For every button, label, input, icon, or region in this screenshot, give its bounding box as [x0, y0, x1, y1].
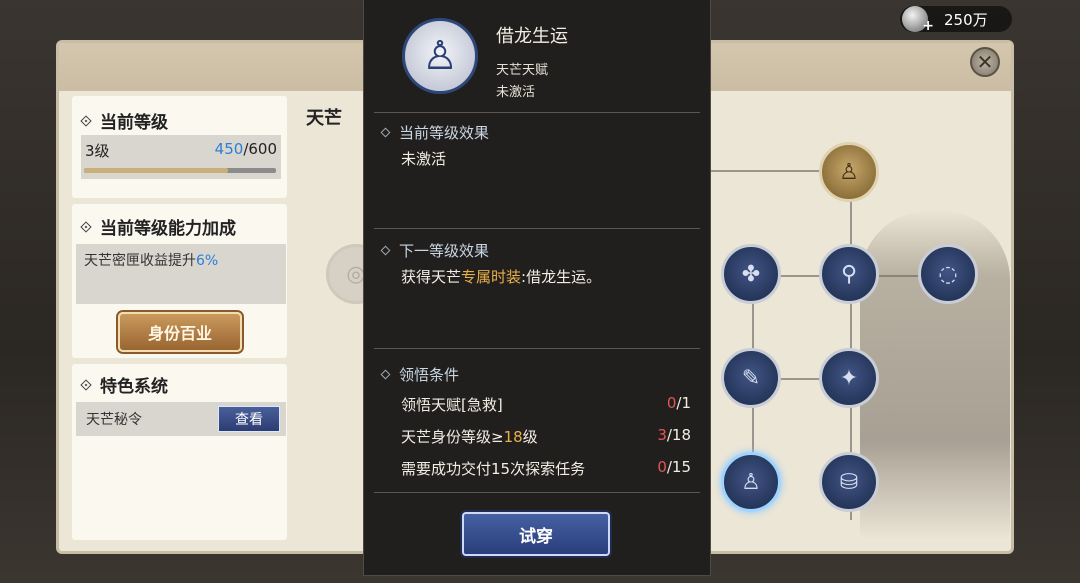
- max-exp: /600: [243, 140, 277, 158]
- diamond-icon: [380, 127, 391, 138]
- skill-node-scroll[interactable]: ✎: [721, 348, 781, 408]
- skill-node-hooded[interactable]: ♙: [819, 142, 879, 202]
- condition-progress: 0: [666, 394, 677, 412]
- system-title: 特色系统: [100, 377, 168, 397]
- skill-meta: 天芒天赋 未激活: [496, 60, 548, 104]
- condition-label-highlight: 18: [503, 428, 523, 446]
- bonus-percent: 6%: [196, 253, 219, 269]
- hooded-figure-icon: ♙: [741, 469, 761, 495]
- system-item-label: 天芒秘令: [86, 412, 142, 428]
- level-card: 当前等级 3级 450/600: [72, 96, 287, 198]
- system-row: 天芒秘令 查看: [76, 402, 286, 436]
- skill-tooltip: ♙ 借龙生运 天芒天赋 未激活 当前等级效果 未激活 下一等级效果 获得天芒专属…: [363, 0, 711, 576]
- currency-display[interactable]: + 250万: [900, 6, 1012, 34]
- condition-progress: 0: [657, 458, 667, 476]
- condition-label-prefix: 天芒身份等级≥: [401, 428, 504, 446]
- diamond-icon: [80, 220, 92, 233]
- close-button[interactable]: ✕: [970, 47, 1000, 77]
- bonus-title: 当前等级能力加成: [100, 219, 236, 239]
- divider: [374, 112, 700, 113]
- tree-title: 天芒: [306, 108, 342, 129]
- next-effect-suffix: :借龙生运。: [521, 268, 602, 286]
- identity-button[interactable]: 身份百业: [118, 312, 242, 352]
- current-exp: 450: [214, 140, 244, 158]
- divider: [374, 228, 700, 229]
- condition-row: 需要成功交付15次探索任务 0/15: [401, 458, 691, 479]
- condition-progress: 3: [657, 426, 667, 444]
- divider: [374, 348, 700, 349]
- bonus-box: 天芒密匣收益提升6%: [76, 244, 286, 304]
- next-effect-prefix: 获得天芒: [401, 268, 462, 286]
- currency-amount: 250万: [944, 10, 988, 29]
- current-effect-heading: 当前等级效果: [380, 122, 490, 143]
- diamond-icon: [380, 245, 391, 256]
- skill-name: 借龙生运: [496, 26, 568, 47]
- system-card: 特色系统 天芒秘令 查看: [72, 364, 287, 540]
- current-effect-title: 当前等级效果: [399, 124, 490, 142]
- condition-total: /1: [676, 394, 691, 412]
- skill-node-pouch[interactable]: ⛁: [819, 452, 879, 512]
- bonus-text: 天芒密匣收益提升: [84, 253, 196, 269]
- plus-icon[interactable]: +: [922, 18, 934, 34]
- skill-status: 未激活: [496, 85, 536, 100]
- condition-row: 天芒身份等级≥18级 3/18: [401, 426, 691, 447]
- next-effect-text: 获得天芒专属时装:借龙生运。: [401, 266, 601, 287]
- next-effect-heading: 下一等级效果: [380, 240, 490, 261]
- clover-icon: ✤: [741, 261, 761, 287]
- try-on-button[interactable]: 试穿: [462, 512, 610, 556]
- next-effect-title: 下一等级效果: [399, 242, 490, 260]
- skill-node-dagger[interactable]: ✦: [819, 348, 879, 408]
- exp-progress-fill: [84, 168, 228, 173]
- pouch-icon: ⛁: [839, 469, 859, 495]
- next-effect-highlight: 专属时装: [461, 268, 522, 286]
- hooded-figure-icon: ♙: [839, 159, 859, 185]
- beads-icon: ◌: [938, 261, 958, 287]
- diamond-icon: [380, 369, 391, 380]
- close-icon: ✕: [976, 50, 994, 74]
- condition-label: 领悟天赋[急救]: [401, 396, 503, 414]
- exp-progress-bar: [84, 168, 276, 173]
- diamond-icon: [80, 114, 92, 127]
- condition-label: 需要成功交付15次探索任务: [401, 460, 586, 478]
- view-button[interactable]: 查看: [218, 406, 280, 432]
- conditions-heading: 领悟条件: [380, 364, 460, 385]
- dagger-icon: ✦: [839, 365, 859, 391]
- skill-node-boot[interactable]: ⚲: [819, 244, 879, 304]
- condition-total: /15: [666, 458, 691, 476]
- silver-coin-icon: +: [902, 6, 934, 34]
- current-effect-text: 未激活: [401, 150, 447, 168]
- skill-type: 天芒天赋: [496, 63, 549, 78]
- boot-icon: ⚲: [840, 261, 858, 287]
- skill-node-beads[interactable]: ◌: [918, 244, 978, 304]
- conditions-title: 领悟条件: [399, 366, 460, 384]
- scroll-icon: ✎: [741, 365, 761, 391]
- condition-row: 领悟天赋[急救] 0/1: [401, 394, 691, 415]
- level-box: 3级 450/600: [81, 135, 281, 179]
- skill-node-selected[interactable]: ♙: [721, 452, 781, 512]
- condition-total: /18: [666, 426, 691, 444]
- condition-label-suffix: 级: [522, 428, 538, 446]
- level-text: 3级: [85, 142, 110, 160]
- skill-node-clover[interactable]: ✤: [721, 244, 781, 304]
- level-title: 当前等级: [100, 113, 168, 133]
- diamond-icon: [80, 378, 92, 391]
- skill-avatar-icon: ♙: [402, 18, 478, 94]
- divider: [374, 492, 700, 493]
